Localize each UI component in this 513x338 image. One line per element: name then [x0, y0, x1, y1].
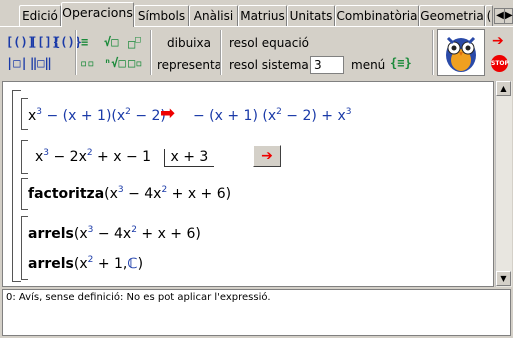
- brace-icon[interactable]: {()}: [53, 35, 82, 49]
- toolbar-separator: [150, 30, 152, 75]
- menu-icon[interactable]: {≡}: [390, 56, 412, 70]
- scroll-down-icon[interactable]: ▼: [496, 271, 511, 286]
- mixed-fraction-icon[interactable]: ▫▫: [80, 56, 94, 70]
- line-bracket: [21, 98, 28, 130]
- scroll-up-icon[interactable]: ▲: [496, 81, 511, 96]
- run-arrow-icon[interactable]: ➔: [492, 33, 504, 49]
- execute-button[interactable]: ➔: [253, 145, 281, 167]
- result-line-1: − (x + 1) (x2 − 2) + x3: [193, 107, 352, 124]
- tab-overflow[interactable]: (: [485, 5, 493, 26]
- expression-line-2[interactable]: x3 − 2x2 + x − 1 x + 3: [35, 148, 215, 167]
- resol-equacio-button[interactable]: resol equació: [229, 36, 309, 50]
- expression-line-3[interactable]: factoritza(x3 − 4x2 + x + 6): [28, 185, 231, 202]
- expression-line-4[interactable]: arrels(x3 − 4x2 + x + 6): [28, 225, 201, 242]
- norm-icon[interactable]: ‖□‖: [30, 56, 52, 70]
- owl-logo: [437, 29, 485, 76]
- tab-unitats[interactable]: Unitats: [287, 5, 335, 26]
- tab-simbols[interactable]: Símbols: [134, 5, 189, 26]
- tab-bar: Edició Operacions Símbols Anàlisi Matriu…: [0, 0, 513, 27]
- subscript-icon[interactable]: □▫: [128, 56, 142, 70]
- divisor-box[interactable]: x + 3: [163, 149, 215, 167]
- expression-line-5[interactable]: arrels(x2 + 1,ℂ): [28, 255, 143, 272]
- tab-analisi[interactable]: Anàlisi: [189, 5, 238, 26]
- sqrt-icon[interactable]: √□: [104, 35, 118, 49]
- nth-root-icon[interactable]: ⁿ√□: [104, 56, 126, 70]
- result-arrow-icon: ➡: [160, 103, 176, 124]
- line-bracket: [21, 140, 28, 174]
- worksheet[interactable]: x3 − (x + 1)(x2 − 2) ➡ − (x + 1) (x2 − 2…: [2, 81, 494, 287]
- power-icon[interactable]: □□: [128, 33, 141, 51]
- tab-scroll-right-icon[interactable]: ▶: [504, 8, 513, 24]
- line-bracket: [21, 216, 28, 280]
- vertical-scrollbar[interactable]: ▲ ▼: [495, 81, 512, 287]
- status-message: 0: Avís, sense definició: No es pot apli…: [2, 289, 511, 336]
- dibuixa-button[interactable]: dibuixa: [167, 36, 211, 50]
- stop-icon[interactable]: STOP: [491, 55, 509, 72]
- representa-button[interactable]: representa: [157, 58, 222, 72]
- tab-combinatoria[interactable]: Combinatòria: [335, 5, 419, 26]
- resol-sistema-button[interactable]: resol sistema: [229, 58, 309, 72]
- menu-button[interactable]: menú: [351, 58, 385, 72]
- tab-edicio[interactable]: Edició: [19, 5, 61, 26]
- abs-icon[interactable]: |□|: [6, 56, 28, 70]
- toolbar-separator: [220, 30, 222, 75]
- tab-matrius[interactable]: Matrius: [238, 5, 287, 26]
- fraction-icon[interactable]: ≡: [81, 35, 88, 49]
- toolbar-separator: [432, 30, 434, 75]
- expression-line-1[interactable]: x3 − (x + 1)(x2 − 2): [28, 107, 166, 124]
- toolbar-separator: [75, 30, 77, 75]
- tab-geometria[interactable]: Geometria: [419, 5, 485, 26]
- sistema-size-input[interactable]: 3: [310, 56, 344, 74]
- tab-operacions[interactable]: Operacions: [61, 2, 134, 27]
- block-bracket: [12, 90, 21, 282]
- line-bracket: [21, 178, 28, 210]
